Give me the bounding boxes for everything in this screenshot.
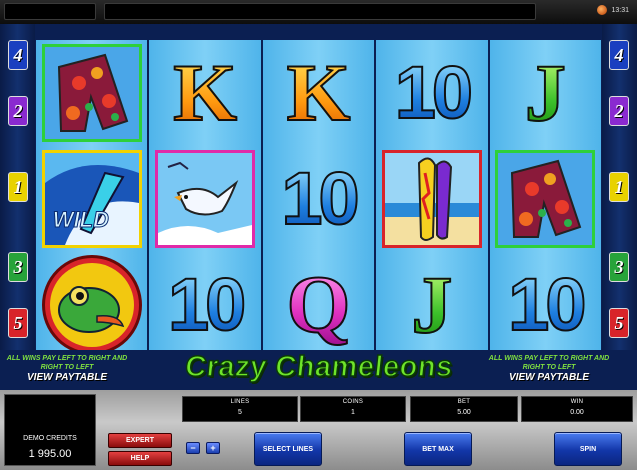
line-indicator-2-right[interactable]: 2 bbox=[609, 96, 629, 126]
reel-5: J 10 bbox=[489, 40, 602, 358]
credits-label: DEMO CREDITS bbox=[23, 435, 77, 442]
reel-2: K 10 bbox=[149, 40, 261, 358]
win-direction-text-right: All wins pay left to right and right to … bbox=[488, 355, 610, 371]
reel-cell bbox=[36, 40, 147, 146]
seagull-symbol bbox=[155, 150, 256, 248]
coins-value: 1 bbox=[351, 409, 355, 416]
line-indicator-5-left[interactable]: 5 bbox=[8, 308, 28, 338]
reel-cell: WILD bbox=[36, 146, 147, 252]
clock-time: 13:31 bbox=[611, 6, 629, 14]
win-value: 0.00 bbox=[570, 409, 584, 416]
reel-cell: J bbox=[376, 252, 487, 358]
reel-cell bbox=[490, 146, 601, 252]
win-label: WIN bbox=[570, 399, 584, 405]
line-indicator-3-right[interactable]: 3 bbox=[609, 252, 629, 282]
line-indicators-left: 4 2 1 3 5 bbox=[0, 24, 35, 370]
reel-4: 10 J bbox=[376, 40, 488, 358]
reel-3: K 10 Q bbox=[262, 40, 375, 358]
reel-cell bbox=[36, 252, 147, 358]
reel-1: WILD bbox=[36, 40, 148, 358]
symbol-10: 10 bbox=[280, 157, 360, 240]
reel-cell: 10 bbox=[149, 252, 260, 358]
lines-value: 5 bbox=[238, 409, 242, 416]
top-bar: 13:31 bbox=[0, 0, 637, 24]
reel-cell: J bbox=[490, 40, 601, 146]
win-direction-text-left: All wins pay left to right and right to … bbox=[6, 355, 128, 371]
symbol-j: J bbox=[410, 259, 453, 350]
paytable-info-left: All wins pay left to right and right to … bbox=[2, 354, 132, 383]
line-indicator-1-right[interactable]: 1 bbox=[609, 172, 629, 202]
wild-label: WILD bbox=[52, 207, 109, 233]
reel-cell: Q bbox=[263, 252, 374, 358]
paytable-info-right: All wins pay left to right and right to … bbox=[484, 354, 614, 383]
credits-display: DEMO CREDITS 1 995.00 bbox=[4, 394, 96, 466]
lines-plus-button[interactable]: + bbox=[206, 442, 220, 454]
seagull-icon bbox=[158, 153, 253, 245]
view-paytable-link-left[interactable]: View Paytable bbox=[2, 373, 132, 383]
line-indicator-3-left[interactable]: 3 bbox=[8, 252, 28, 282]
reel-cell: K bbox=[149, 40, 260, 146]
reel-cell bbox=[376, 146, 487, 252]
line-indicator-4-left[interactable]: 4 bbox=[8, 40, 28, 70]
clock-icon bbox=[597, 5, 608, 15]
game-area: 4 2 1 3 5 4 2 1 3 5 WILD K 10 K 10 Q 10 … bbox=[0, 24, 637, 390]
shorts-symbol bbox=[41, 44, 142, 142]
symbol-k: K bbox=[286, 47, 352, 138]
top-panel-left bbox=[4, 3, 96, 20]
line-indicator-1-left[interactable]: 1 bbox=[8, 172, 28, 202]
surfboards-symbol bbox=[381, 150, 482, 248]
lines-display: LINES 5 bbox=[182, 396, 298, 422]
reel-cell: 10 bbox=[263, 146, 374, 252]
shorts-symbol bbox=[495, 150, 596, 248]
top-panel-center bbox=[104, 3, 536, 20]
help-button[interactable]: HELP bbox=[108, 451, 172, 466]
line-indicator-5-right[interactable]: 5 bbox=[609, 308, 629, 338]
coins-label: COINS bbox=[342, 399, 364, 405]
wild-surfboard-symbol: WILD bbox=[41, 150, 142, 248]
bet-label: BET bbox=[457, 399, 471, 405]
line-indicator-4-right[interactable]: 4 bbox=[609, 40, 629, 70]
shorts-icon bbox=[498, 153, 593, 245]
lines-label: LINES bbox=[230, 399, 250, 405]
reel-cell: 10 bbox=[376, 40, 487, 146]
clock: 13:31 bbox=[597, 5, 629, 15]
bet-value: 5.00 bbox=[457, 409, 471, 416]
chameleon-icon bbox=[49, 263, 134, 347]
bet-max-button[interactable]: BET MAX bbox=[404, 432, 472, 466]
symbol-k: K bbox=[172, 47, 238, 138]
shorts-icon bbox=[44, 47, 139, 139]
credits-value: 1 995.00 bbox=[28, 448, 72, 460]
spin-button[interactable]: SPIN bbox=[554, 432, 622, 466]
reel-cell bbox=[149, 146, 260, 252]
lines-minus-button[interactable]: − bbox=[186, 442, 200, 454]
symbol-j: J bbox=[524, 47, 567, 138]
coins-display: COINS 1 bbox=[300, 396, 406, 422]
symbol-10: 10 bbox=[167, 263, 247, 346]
symbol-q: Q bbox=[286, 259, 352, 350]
reel-cell: K bbox=[263, 40, 374, 146]
expert-button[interactable]: EXPERT bbox=[108, 433, 172, 448]
chameleon-symbol bbox=[41, 255, 142, 355]
view-paytable-link-right[interactable]: View Paytable bbox=[484, 373, 614, 383]
win-display: WIN 0.00 bbox=[521, 396, 633, 422]
reel-cell: 10 bbox=[490, 252, 601, 358]
bet-display: BET 5.00 bbox=[410, 396, 518, 422]
line-indicator-2-left[interactable]: 2 bbox=[8, 96, 28, 126]
surfboards-icon bbox=[384, 153, 479, 245]
game-logo: Crazy Chameleons bbox=[183, 350, 455, 384]
select-lines-button[interactable]: SELECT LINES bbox=[254, 432, 322, 466]
symbol-10: 10 bbox=[394, 51, 474, 134]
line-indicators-right: 4 2 1 3 5 bbox=[602, 24, 637, 370]
reels: WILD K 10 K 10 Q 10 J J 10 bbox=[36, 40, 602, 358]
symbol-10: 10 bbox=[507, 263, 587, 346]
info-strip: All wins pay left to right and right to … bbox=[0, 350, 637, 390]
